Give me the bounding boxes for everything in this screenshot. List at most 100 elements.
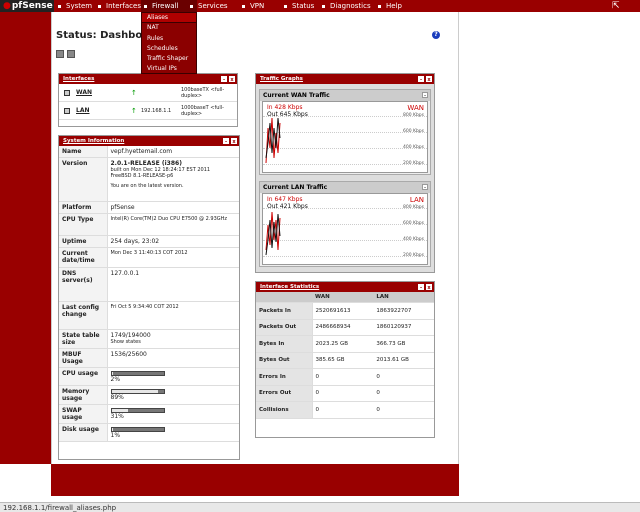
interface-link[interactable]: LAN <box>76 107 131 114</box>
cpu-type-value: Intel(R) Core(TM)2 Duo CPU E7500 @ 2.93G… <box>107 213 239 236</box>
table-row: Last config change Fri Oct 5 9:34:40 COT … <box>59 301 239 330</box>
interface-media: 1000baseT <full-duplex> <box>181 104 224 117</box>
state-count: 1749/194000 <box>110 332 151 339</box>
row-label: Last config change <box>59 301 108 330</box>
y-tick: 800 Kbps <box>402 113 424 118</box>
widget-title[interactable]: Interfaces <box>63 76 94 82</box>
memory-usage-cell: 89% <box>107 385 239 405</box>
save-layout-icon[interactable] <box>67 50 75 58</box>
graph-legend: In 647 Kbps Out 421 Kbps <box>267 196 308 210</box>
help-icon[interactable]: ? <box>432 31 440 39</box>
lan-traffic-graph: Current LAN Traffic - 800 Kbps 600 Kbps 4… <box>259 181 431 267</box>
network-icon <box>64 89 70 96</box>
close-icon[interactable]: x <box>229 76 235 83</box>
link-up-icon: ↑ <box>131 88 137 97</box>
menu-help[interactable]: Help <box>378 0 402 12</box>
swap-usage-value: 31% <box>110 413 124 420</box>
widget-title[interactable]: Interface Statistics <box>260 284 319 290</box>
bar-fill <box>111 390 158 393</box>
menu-interfaces[interactable]: Interfaces <box>98 0 141 12</box>
platform-value: pfSense <box>107 201 239 214</box>
widget-title[interactable]: Traffic Graphs <box>260 76 303 82</box>
column-header: WAN <box>312 292 374 303</box>
table-cell: 366.73 GB <box>373 335 434 353</box>
column-header: LAN <box>373 292 434 303</box>
graph-title-text: Current LAN Traffic <box>263 184 328 191</box>
menu-item-schedules[interactable]: Schedules <box>142 44 196 54</box>
menu-diagnostics[interactable]: Diagnostics <box>322 0 371 12</box>
version-value: 2.0.1-RELEASE (i386) built on Mon Dec 12… <box>107 157 239 202</box>
network-icon <box>64 107 70 114</box>
table-header-row: WAN LAN <box>256 292 434 303</box>
close-icon[interactable]: x <box>231 138 237 145</box>
close-icon[interactable]: x <box>426 284 432 291</box>
menu-item-aliases[interactable]: Aliases <box>142 13 196 24</box>
widget-header: Traffic Graphs - x <box>256 74 434 84</box>
row-label: Version <box>59 157 108 202</box>
bar-fill <box>111 372 113 375</box>
menu-firewall[interactable]: Firewall <box>141 0 197 12</box>
minimize-icon[interactable]: - <box>221 76 227 83</box>
interfaces-widget: Interfaces - x WAN ↑ 100baseTX <full-dup… <box>58 73 238 127</box>
row-label: CPU usage <box>59 367 108 386</box>
interface-media: 100baseTX <full-duplex> <box>181 86 225 99</box>
menu-item-traffic-shaper[interactable]: Traffic Shaper <box>142 54 196 64</box>
pfsense-logo[interactable]: ●pfSense <box>0 0 54 12</box>
menu-item-nat[interactable]: NAT <box>142 23 196 33</box>
header-blank <box>256 292 312 303</box>
menu-status[interactable]: Status <box>284 0 314 12</box>
table-row: Version 2.0.1-RELEASE (i386) built on Mo… <box>59 157 239 202</box>
menu-services[interactable]: Services <box>190 0 228 12</box>
swap-usage-cell: 31% <box>107 404 239 424</box>
widget-header: Interfaces - x <box>59 74 237 84</box>
minimize-icon[interactable]: - <box>418 284 424 291</box>
status-url: 192.168.1.1/firewall_aliases.php <box>3 504 117 512</box>
minimize-icon[interactable]: - <box>422 184 428 191</box>
row-label: Errors Out <box>256 385 313 402</box>
widget-header: System Information - x <box>59 136 239 146</box>
memory-usage-bar <box>110 389 165 394</box>
graph-legend: In 428 Kbps Out 645 Kbps <box>267 104 308 118</box>
table-row: Bytes Out 385.65 GB 2013.61 GB <box>256 352 434 369</box>
mbuf-value: 1536/25600 <box>107 348 239 368</box>
table-row: Packets In 2520691613 1863922707 <box>256 302 434 320</box>
minimize-icon[interactable]: - <box>223 138 229 145</box>
row-label: Memory usage <box>59 385 108 405</box>
table-cell: 1863922707 <box>373 302 434 320</box>
graph-plot: 800 Kbps 600 Kbps 400 Kbps 200 Kbps In 6… <box>262 193 428 265</box>
page-footer-bar <box>51 464 459 496</box>
minimize-icon[interactable]: - <box>422 92 428 99</box>
interface-stats-widget: Interface Statistics - x WAN LAN Packets … <box>255 281 435 438</box>
close-icon[interactable]: x <box>426 76 432 83</box>
right-gutter <box>459 12 640 464</box>
interface-ip: 192.168.1.1 <box>141 107 172 114</box>
add-widget-icon[interactable] <box>56 50 64 58</box>
table-cell: 1860120937 <box>373 319 434 336</box>
logout-icon[interactable]: ⇱ <box>612 0 620 12</box>
row-label: Errors In <box>256 368 313 386</box>
table-row: Errors Out 0 0 <box>256 385 434 402</box>
show-states-link[interactable]: Show states <box>111 339 237 345</box>
minimize-icon[interactable]: - <box>418 76 424 83</box>
table-cell: 0 <box>312 401 374 419</box>
lan-in-value: In 647 Kbps <box>267 196 303 203</box>
row-label: Uptime <box>59 235 108 248</box>
row-label: State table size <box>59 329 108 349</box>
y-tick: 600 Kbps <box>402 221 424 226</box>
menu-system[interactable]: System <box>58 0 92 12</box>
table-cell: 2520691613 <box>312 302 374 320</box>
datetime-value: Mon Dec 3 11:40:13 COT 2012 <box>107 247 239 268</box>
menu-vpn[interactable]: VPN <box>242 0 264 12</box>
interface-link[interactable]: WAN <box>76 89 131 96</box>
table-row: Errors In 0 0 <box>256 368 434 386</box>
table-cell: 0 <box>373 368 434 386</box>
table-cell: 0 <box>373 385 434 402</box>
table-cell: 2023.25 GB <box>312 335 374 353</box>
table-row: Current date/time Mon Dec 3 11:40:13 COT … <box>59 247 239 268</box>
menu-item-virtual-ips[interactable]: Virtual IPs <box>142 64 196 74</box>
table-row: DNS server(s) 127.0.0.1 <box>59 267 239 302</box>
link-up-icon: ↑ <box>131 106 137 115</box>
table-row: Uptime 254 days, 23:02 <box>59 235 239 248</box>
menu-item-rules[interactable]: Rules <box>142 34 196 44</box>
widget-title[interactable]: System Information <box>63 138 124 144</box>
